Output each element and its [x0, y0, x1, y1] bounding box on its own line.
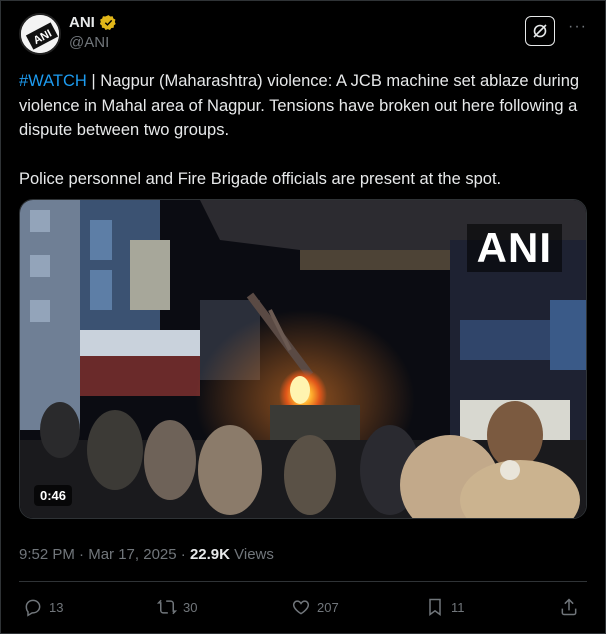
verified-badge-icon: [99, 14, 117, 31]
reply-count: 13: [49, 599, 64, 615]
share-icon: [561, 598, 577, 616]
reply-button[interactable]: 13: [23, 597, 63, 617]
like-icon: [292, 600, 310, 615]
hashtag-link[interactable]: #WATCH: [19, 72, 87, 90]
like-button[interactable]: 207: [291, 597, 339, 617]
like-count: 207: [317, 599, 339, 615]
tweet-text-line1: | Nagpur (Maharashtra) violence: A JCB m…: [19, 72, 580, 139]
more-icon[interactable]: ···: [568, 18, 587, 36]
author-info: ANI @ANI: [69, 14, 117, 51]
repost-icon: [157, 599, 177, 615]
action-bar: 13 30 207 11: [19, 593, 587, 621]
repost-count: 30: [183, 599, 198, 615]
tweet-text: #WATCH | Nagpur (Maharashtra) violence: …: [19, 69, 589, 192]
video-watermark: ANI: [466, 224, 562, 272]
tweet-time[interactable]: 9:52 PM: [19, 546, 75, 563]
meta-separator: ·: [176, 546, 190, 563]
views-label: Views: [229, 546, 274, 563]
grok-icon[interactable]: [525, 16, 555, 46]
share-button[interactable]: [559, 597, 579, 617]
bookmark-icon: [429, 598, 441, 616]
avatar[interactable]: ANI: [19, 13, 61, 55]
author-name[interactable]: ANI: [69, 14, 95, 31]
tweet-card: ANI ANI @ANI ··· #WATCH | Nagpur (Mahara…: [0, 0, 606, 634]
repost-button[interactable]: 30: [157, 597, 197, 617]
tweet-text-line2: Police personnel and Fire Brigade offici…: [19, 170, 502, 188]
video-player[interactable]: ANI 0:46: [19, 199, 587, 519]
tweet-meta: 9:52 PM · Mar 17, 2025 · 22.9K Views: [19, 546, 274, 563]
video-duration: 0:46: [34, 485, 73, 506]
reply-icon: [25, 599, 41, 617]
meta-separator: ·: [74, 546, 89, 563]
bookmark-count: 11: [451, 599, 465, 615]
divider: [19, 581, 587, 582]
views-count: 22.9K: [189, 546, 230, 563]
tweet-date[interactable]: Mar 17, 2025: [88, 546, 176, 563]
tweet-header: ANI ANI @ANI ···: [19, 11, 589, 57]
bookmark-button[interactable]: 11: [425, 597, 465, 617]
author-handle[interactable]: @ANI: [69, 34, 117, 51]
